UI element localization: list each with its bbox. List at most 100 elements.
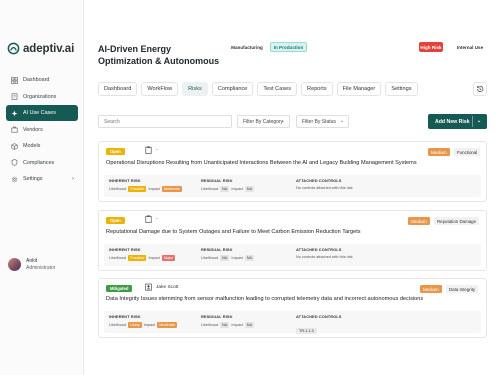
brand-logo[interactable]: adeptiv.ai xyxy=(7,42,74,55)
severity-badge: Medium xyxy=(428,148,450,156)
tab-settings[interactable]: Settings xyxy=(385,82,418,96)
chevron-down-icon: ⌄ xyxy=(280,118,285,124)
impact-label: Impact xyxy=(148,187,160,191)
sidebar-item-label: AI Use Cases xyxy=(23,110,56,116)
user-profile[interactable]: Ankit Administrator xyxy=(8,258,55,271)
chevron-down-icon[interactable]: ⌄ xyxy=(477,118,481,124)
tab-compliance[interactable]: Compliance xyxy=(211,82,254,96)
risk-title: Reputational Damage due to System Outage… xyxy=(106,229,361,235)
sidebar-item-compliances[interactable]: Compliances xyxy=(6,155,78,171)
sparkle-icon xyxy=(11,110,18,117)
likelihood-label: Likelihood xyxy=(109,323,127,327)
chevron-right-icon: › xyxy=(72,176,74,182)
severity-badge: Medium xyxy=(408,217,430,225)
likelihood-label: Likelihood xyxy=(109,187,127,191)
risk-level-badge: High Risk xyxy=(419,42,443,52)
residual-risk-header: RESIDUAL RISK xyxy=(201,178,233,183)
sidebar-nav: Dashboard Organizations AI Use Cases Ven… xyxy=(6,72,78,188)
residual-impact-chip: NA xyxy=(244,322,255,328)
cube-icon xyxy=(11,142,18,150)
risk-card[interactable]: Open - Medium Functional Operational Dis… xyxy=(98,141,487,202)
sidebar-item-models[interactable]: Models xyxy=(6,138,78,154)
impact-label: Impact xyxy=(143,323,156,327)
sidebar-item-label: Dashboard xyxy=(23,77,50,83)
residual-impact-chip: NA xyxy=(244,186,255,192)
impact-label: Impact xyxy=(231,323,243,327)
avatar xyxy=(8,258,21,271)
risk-assessment-panel: INHERENT RISK Likelihood Possible Impact Ma… xyxy=(104,244,481,266)
logo-icon xyxy=(7,42,20,55)
tab-file-manager[interactable]: File Manager xyxy=(336,82,382,96)
likelihood-label: Likelihood xyxy=(201,323,219,327)
attached-controls-text: No controls attached with this risk. xyxy=(296,186,354,190)
impact-label: Impact xyxy=(231,187,243,191)
user-card-icon xyxy=(145,283,152,291)
add-new-risk-button[interactable]: Add New Risk ⌄ xyxy=(428,114,487,129)
risk-owner: - xyxy=(145,146,158,154)
risk-status-badge: Open xyxy=(106,148,125,155)
residual-impact-chip: NA xyxy=(244,255,255,261)
building-icon xyxy=(11,93,18,100)
risk-assessment-panel: INHERENT RISK Likelihood Likely Impact Mode… xyxy=(104,311,481,334)
risk-assessment-panel: INHERENT RISK Likelihood Possible Impact Mo… xyxy=(104,175,481,197)
status-filter-select[interactable]: Filter By Status ⌄ xyxy=(296,115,349,128)
grid-icon xyxy=(11,76,18,84)
risk-card[interactable]: Mitigated Jake Scott Medium Data Integri… xyxy=(98,278,487,338)
tab-risks[interactable]: Risks xyxy=(182,82,208,96)
risk-title: Operational Disruptions Resulting from U… xyxy=(106,160,417,166)
chevron-down-icon: ⌄ xyxy=(339,118,344,124)
risk-owner-name: - xyxy=(156,147,158,153)
vendor-icon xyxy=(11,126,18,133)
category-badge: Reputation Damage xyxy=(434,217,480,225)
residual-risk-header: RESIDUAL RISK xyxy=(201,314,233,319)
risk-status-badge: Open xyxy=(106,217,125,224)
tab-reports[interactable]: Reports xyxy=(301,82,333,96)
brand-name: adeptiv.ai xyxy=(23,42,75,55)
control-chip[interactable]: TR-1.1.3 xyxy=(296,328,317,334)
attached-controls-text: No controls attached with this risk. xyxy=(296,255,354,259)
residual-risk-header: RESIDUAL RISK xyxy=(201,247,233,252)
status-filter-label: Filter By Status xyxy=(302,118,336,125)
scope-tag: Internal Use xyxy=(456,44,484,50)
sidebar-item-label: Compliances xyxy=(23,159,55,166)
inherent-risk-header: INHERENT RISK xyxy=(109,314,141,319)
risk-owner: - xyxy=(145,215,158,223)
sidebar-item-settings[interactable]: Settings › xyxy=(6,171,78,187)
history-icon xyxy=(476,85,484,92)
search-input[interactable] xyxy=(98,115,232,128)
sidebar-item-ai-use-cases[interactable]: AI Use Cases xyxy=(6,105,78,121)
risk-card[interactable]: Open - Medium Reputation Damage Reputati… xyxy=(98,210,487,271)
inherent-impact-chip: Major xyxy=(161,255,176,261)
likelihood-label: Likelihood xyxy=(109,256,127,260)
user-role: Administrator xyxy=(26,264,56,271)
add-new-risk-label: Add New Risk xyxy=(435,118,470,125)
sidebar-item-vendors[interactable]: Vendors xyxy=(6,122,78,138)
sidebar-item-organizations[interactable]: Organizations xyxy=(6,89,78,105)
inherent-likelihood-chip: Possible xyxy=(128,255,147,261)
risk-title: Data Integrity Issues stemming from sens… xyxy=(106,296,424,302)
tab-test-cases[interactable]: Test Cases xyxy=(257,82,298,96)
attached-controls-header: ATTACHED CONTROLS xyxy=(296,314,342,319)
sidebar: adeptiv.ai Dashboard Organizations AI Us… xyxy=(0,0,84,375)
tab-workflow[interactable]: WorkFlow xyxy=(141,82,179,96)
category-filter-select[interactable]: Filter By Category ⌄ xyxy=(237,115,290,128)
sidebar-item-label: Models xyxy=(23,143,41,149)
attached-controls-header: ATTACHED CONTROLS xyxy=(296,178,342,183)
inherent-likelihood-chip: Likely xyxy=(128,322,142,328)
sidebar-item-dashboard[interactable]: Dashboard xyxy=(6,72,78,88)
sidebar-item-label: Vendors xyxy=(23,126,43,133)
category-filter-label: Filter By Category xyxy=(243,118,284,125)
sidebar-item-label: Settings xyxy=(23,176,43,182)
risk-owner-name: - xyxy=(156,216,158,222)
tab-bar: Dashboard WorkFlow Risks Compliance Test… xyxy=(98,82,418,96)
category-badge: Functional xyxy=(454,148,481,156)
impact-label: Impact xyxy=(231,256,243,260)
gear-icon xyxy=(11,176,18,183)
likelihood-label: Likelihood xyxy=(201,187,219,191)
sidebar-item-label: Organizations xyxy=(23,93,57,100)
severity-badge: Medium xyxy=(420,285,442,293)
history-button[interactable] xyxy=(473,82,487,96)
shield-icon xyxy=(11,159,18,166)
inherent-likelihood-chip: Possible xyxy=(128,186,147,192)
tab-dashboard[interactable]: Dashboard xyxy=(98,82,138,96)
